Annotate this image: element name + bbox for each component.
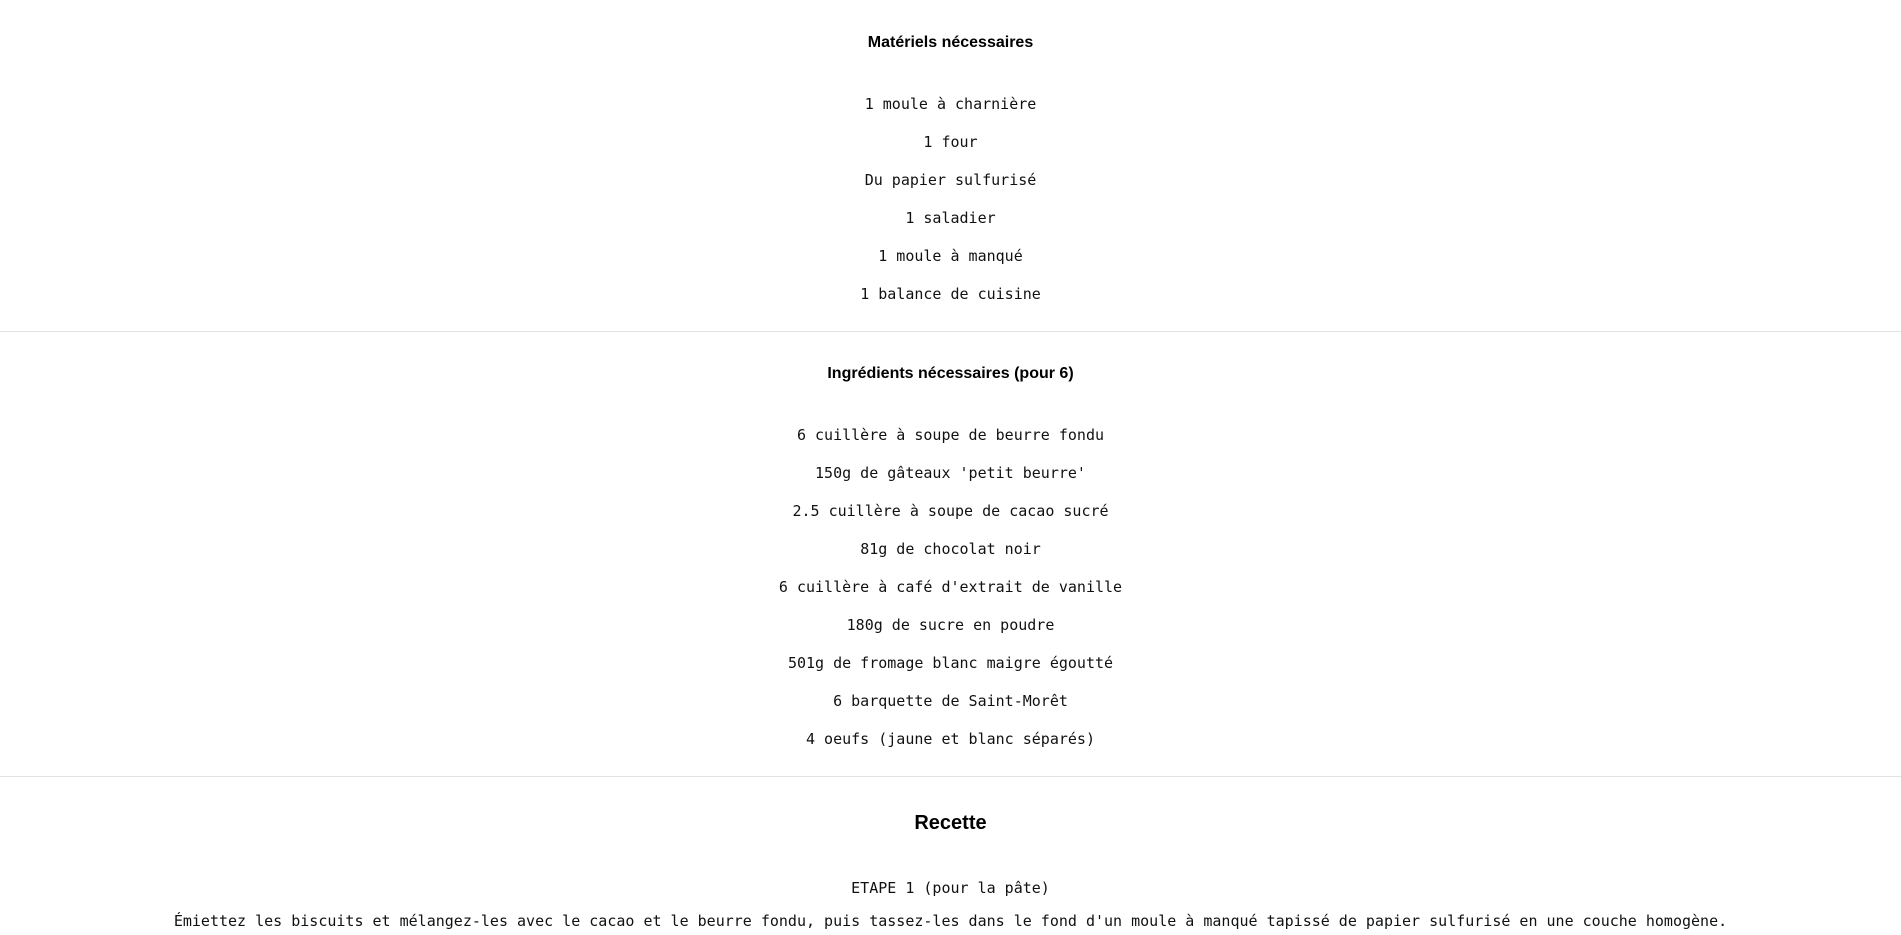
- list-item: 6 cuillère à café d'extrait de vanille: [778, 578, 1123, 596]
- list-item: 1 balance de cuisine: [860, 285, 1041, 303]
- materials-title: Matériels nécessaires: [867, 34, 1034, 51]
- list-item: 6 barquette de Saint-Morêt: [833, 692, 1068, 710]
- step-label: ETAPE 1 (pour la pâte): [851, 879, 1050, 897]
- materials-section: Matériels nécessaires 1 moule à charnièr…: [0, 0, 1901, 303]
- list-item: Du papier sulfurisé: [864, 171, 1037, 189]
- list-item: 150g de gâteaux 'petit beurre': [815, 464, 1086, 482]
- list-item: 6 cuillère à soupe de beurre fondu: [796, 426, 1105, 444]
- materials-list: 1 moule à charnière 1 four Du papier sul…: [0, 95, 1901, 303]
- ingredients-title: Ingrédients nécessaires (pour 6): [827, 365, 1074, 382]
- recipe-title: Recette: [914, 812, 987, 834]
- list-item: 1 moule à manqué: [878, 247, 1023, 265]
- list-item: 180g de sucre en poudre: [846, 616, 1055, 634]
- recipe-step: ETAPE 1 (pour la pâte) Émiettez les bisc…: [0, 879, 1901, 930]
- list-item: 1 moule à charnière: [864, 95, 1037, 113]
- recipe-section: Recette ETAPE 1 (pour la pâte) Émiettez …: [0, 777, 1901, 930]
- step-text: Émiettez les biscuits et mélangez-les av…: [173, 912, 1728, 930]
- ingredients-section: Ingrédients nécessaires (pour 6) 6 cuill…: [0, 332, 1901, 748]
- list-item: 81g de chocolat noir: [860, 540, 1041, 558]
- list-item: 1 saladier: [905, 209, 996, 227]
- list-item: 1 four: [923, 133, 978, 151]
- ingredients-list: 6 cuillère à soupe de beurre fondu 150g …: [0, 426, 1901, 748]
- list-item: 501g de fromage blanc maigre égoutté: [787, 654, 1114, 672]
- list-item: 4 oeufs (jaune et blanc séparés): [806, 730, 1095, 748]
- list-item: 2.5 cuillère à soupe de cacao sucré: [792, 502, 1109, 520]
